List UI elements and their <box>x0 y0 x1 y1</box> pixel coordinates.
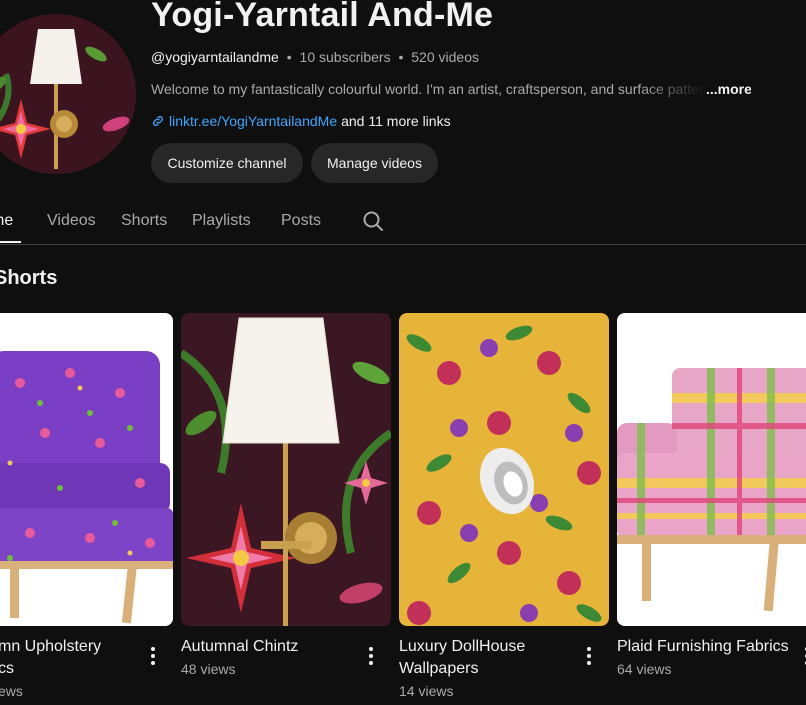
tab-shorts[interactable]: Shorts <box>121 212 167 230</box>
channel-links: linktr.ee/YogiYarntailandMe and 11 more … <box>151 113 451 129</box>
channel-description[interactable]: Welcome to my fantastically colourful wo… <box>151 81 751 97</box>
channel-avatar[interactable] <box>0 14 136 174</box>
search-icon[interactable] <box>361 209 385 233</box>
more-options-icon[interactable] <box>141 644 165 668</box>
description-text: Welcome to my fantastically colourful wo… <box>151 81 706 97</box>
short-title[interactable]: Autumnal Chintz <box>181 636 356 658</box>
short-views: 48 views <box>181 661 236 677</box>
section-title: Shorts <box>0 267 58 289</box>
more-options-icon[interactable] <box>795 644 806 668</box>
tab-playlists[interactable]: Playlists <box>192 212 251 230</box>
customize-channel-button[interactable]: Customize channel <box>151 143 303 183</box>
short-title-line2[interactable]: Wallpapers <box>399 658 574 680</box>
channel-handle: @yogiyarntailandme <box>151 49 279 65</box>
short-info[interactable]: Luxury DollHouse Wallpapers 14 views <box>399 636 574 702</box>
channel-link[interactable]: linktr.ee/YogiYarntailandMe <box>169 113 337 129</box>
short-thumbnail[interactable] <box>0 313 173 626</box>
channel-tabs: me Videos Shorts Playlists Posts <box>0 200 806 245</box>
short-thumbnail[interactable] <box>399 313 609 626</box>
subscriber-count: 10 subscribers <box>299 49 391 65</box>
tab-home[interactable]: me <box>0 212 13 230</box>
more-options-icon[interactable] <box>359 644 383 668</box>
short-thumbnail[interactable] <box>181 313 391 626</box>
short-title-line2[interactable]: cs <box>0 658 148 680</box>
tab-videos[interactable]: Videos <box>47 212 96 230</box>
channel-name: Yogi-Yarntail And-Me <box>151 0 494 34</box>
channel-meta: @yogiyarntailandme • 10 subscribers • 52… <box>151 49 479 65</box>
short-title[interactable]: Plaid Furnishing Fabrics <box>617 636 797 658</box>
short-info[interactable]: mn Upholstery cs ews <box>0 636 148 702</box>
more-links[interactable]: and 11 more links <box>341 113 450 129</box>
manage-videos-button[interactable]: Manage videos <box>311 143 438 183</box>
more-options-icon[interactable] <box>577 644 601 668</box>
short-title[interactable]: mn Upholstery <box>0 636 148 658</box>
short-views: ews <box>0 683 23 699</box>
video-count: 520 videos <box>411 49 479 65</box>
active-tab-indicator <box>0 241 21 243</box>
more-link[interactable]: ...more <box>706 81 751 97</box>
short-title[interactable]: Luxury DollHouse <box>399 636 574 658</box>
short-thumbnail[interactable] <box>617 313 806 626</box>
short-info[interactable]: Autumnal Chintz 48 views <box>181 636 356 680</box>
short-views: 14 views <box>399 683 454 699</box>
short-views: 64 views <box>617 661 672 677</box>
tab-posts[interactable]: Posts <box>281 212 321 230</box>
short-info[interactable]: Plaid Furnishing Fabrics 64 views <box>617 636 797 680</box>
link-icon <box>153 116 163 126</box>
